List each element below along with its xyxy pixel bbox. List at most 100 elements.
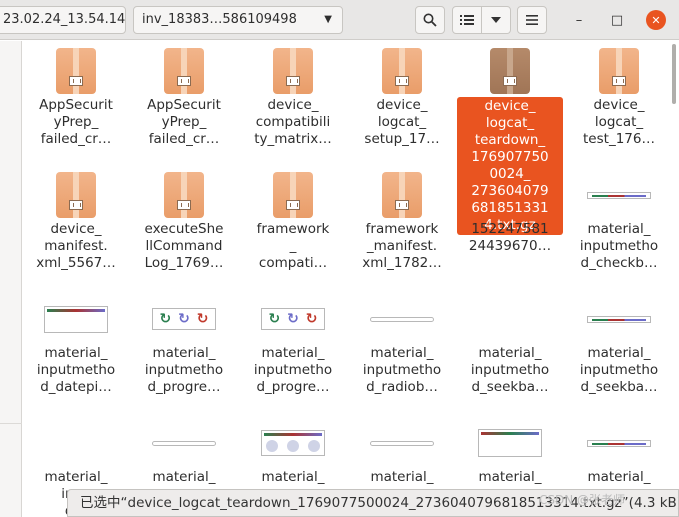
file-item[interactable]: material_ [456,419,564,486]
archive-file-icon [56,172,96,218]
file-name-line: inputmetho [144,362,224,378]
archive-lock [612,76,626,86]
file-name-line: compati… [258,255,328,271]
file-item[interactable]: executeShe llCommand Log_1769… [130,171,238,272]
file-name-line: 176907750 [471,149,549,165]
file-item[interactable]: material_ [565,419,673,486]
view-options-button[interactable] [481,6,511,34]
file-name-line: d_checkb… [580,255,658,271]
thumbnail-dot [307,440,320,452]
file-name-line: d_seekba… [471,379,549,395]
file-name-line: failed_cr… [148,131,220,147]
file-name-line: inputmetho [362,362,442,378]
list-view-button[interactable] [452,6,482,34]
file-name-line: device_ [267,97,319,113]
file-name-line: logcat_ [485,115,535,131]
menu-button[interactable] [517,6,547,34]
archive-lock [286,200,300,210]
file-name: material_ [352,469,452,486]
file-item[interactable]: material_ inputmetho d_radiob… [348,295,456,396]
file-item[interactable]: ↻ ↻ ↻ material_ inputmetho d_progre… [239,295,347,396]
hamburger-menu-icon [526,15,538,25]
file-item[interactable]: device_ logcat_ test_176… [565,47,673,148]
archive-file-icon [382,172,422,218]
archive-lock [395,76,409,86]
file-name-line: inputmetho [470,362,550,378]
file-name-line: material_ [587,469,651,485]
file-name-line: d_progre… [147,379,221,395]
path-segment-current-label: inv_18383…586109498 [142,12,297,27]
file-name-line: d_seekba… [580,379,658,395]
image-thumbnail-icon [587,315,651,323]
file-name-line: material_ [152,469,216,485]
thumbnail-bar [47,308,105,312]
file-name: device_ logcat_ test_176… [569,97,669,148]
file-item[interactable]: AppSecurit yPrep_ failed_cr… [22,47,130,148]
archive-strap [73,48,79,94]
archive-strap [73,172,79,218]
scrollbar[interactable] [672,44,676,104]
file-item[interactable]: framework _manifest. xml_1782… [348,171,456,272]
file-item[interactable]: material_ [130,419,238,486]
archive-strap [181,172,187,218]
archive-file-icon [164,172,204,218]
thumbnail-dot [286,440,299,452]
file-item[interactable]: device_ logcat_ setup_17… [348,47,456,148]
minimize-button[interactable]: – [569,10,589,30]
close-button[interactable]: ✕ [646,10,666,30]
search-button[interactable] [415,6,445,34]
file-name-line: d_radiob… [366,379,438,395]
file-name-line: material_ [261,345,325,361]
file-item[interactable]: framework _ compati… [239,171,347,272]
file-name: material_ inputmetho d_radiob… [352,345,452,396]
file-name: material_ inputmetho d_seekba… [460,345,560,396]
sidebar-divider [0,423,22,424]
image-thumbnail-icon [370,440,434,446]
file-item[interactable]: device_ compatibili ty_matrix… [239,47,347,148]
file-name-line: material_ [587,345,651,361]
file-item[interactable]: material_ inputmetho d_checkb… [565,171,673,272]
file-item[interactable]: material_ inputmetho d_seekba… [565,295,673,396]
archive-strap [290,172,296,218]
file-name-line: manifest. [44,238,108,254]
file-name-line: setup_17… [364,131,440,147]
file-name-line: framework [365,221,439,237]
archive-lock [503,76,517,86]
file-name: material_ inputmetho d_progre… [134,345,234,396]
file-name: device_ manifest. xml_5567… [26,221,126,272]
file-name-line: AppSecurit [147,97,221,113]
image-thumbnail-icon [587,191,651,199]
path-segment-current[interactable]: inv_18383…586109498 ▼ [133,6,343,34]
file-name: material_ inputmetho d_seekba… [569,345,669,396]
file-item[interactable]: device_ manifest. xml_5567… [22,171,130,272]
refresh-glyph-icon: ↻ [305,311,318,327]
file-name: executeShe llCommand Log_1769… [134,221,234,272]
thumbnail-bar [592,318,646,321]
path-segment-parent[interactable]: 23.02.24_13.54.14 [0,6,126,34]
file-name-line: yPrep_ [161,114,207,130]
image-thumbnail-icon [261,430,325,456]
maximize-button[interactable]: □ [607,10,627,30]
file-item[interactable]: ↻ ↻ ↻ material_ inputmetho d_progre… [130,295,238,396]
file-name-line: 24439670… [468,238,552,254]
header-bar: 23.02.24_13.54.14 inv_18383…586109498 ▼ … [0,0,679,40]
file-item[interactable]: 152247581 24439670… [456,171,564,255]
file-name: device_ logcat_ setup_17… [352,97,452,148]
refresh-glyph-icon: ↻ [268,311,281,327]
file-item[interactable]: material_ inputmetho d_datepi… [22,295,130,396]
file-name-line: material_ [370,345,434,361]
file-name: AppSecurit yPrep_ failed_cr… [26,97,126,148]
image-thumbnail-icon [478,429,542,457]
file-item[interactable]: material_ inputmetho d_seekba… [456,295,564,396]
file-name: material_ [569,469,669,486]
file-name-line: material_ [478,469,542,485]
file-item[interactable]: AppSecurit yPrep_ failed_cr… [130,47,238,148]
file-name-line: logcat_ [377,114,427,130]
file-item[interactable]: material_ [239,419,347,486]
file-name-line: material_ [44,345,108,361]
file-name-line: yPrep_ [53,114,99,130]
archive-strap [507,48,513,94]
file-item[interactable]: material_ [348,419,456,486]
image-thumbnail-icon: ↻ ↻ ↻ [261,308,325,330]
file-name: framework _manifest. xml_1782… [352,221,452,272]
